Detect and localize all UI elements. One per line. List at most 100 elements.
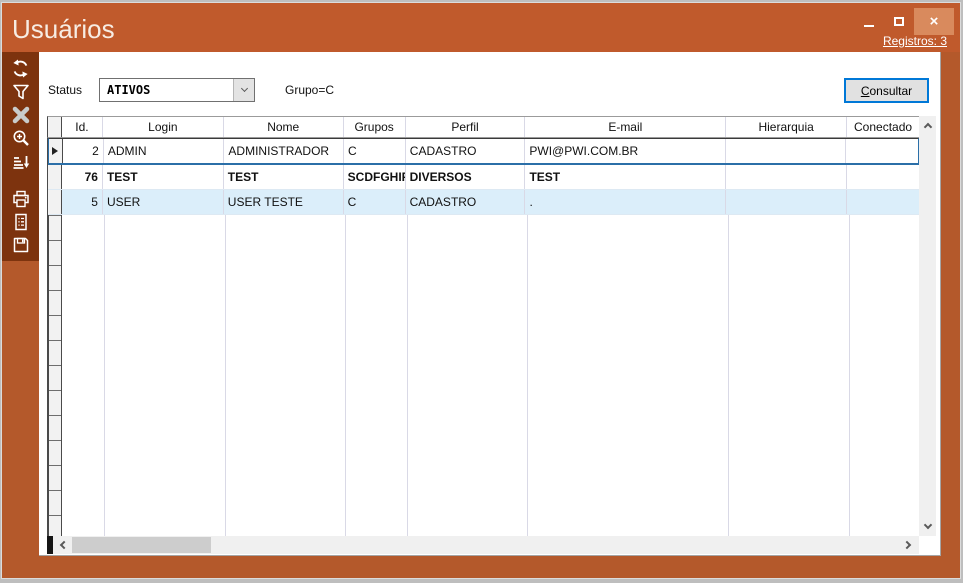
minimize-icon [864, 25, 874, 27]
cell-hierarquia [726, 139, 847, 163]
combobox-dropdown-button[interactable] [233, 79, 254, 101]
cell-conectado [846, 139, 918, 163]
cell-grupos: C [344, 139, 406, 163]
group-filter-label: Grupo=C [285, 83, 334, 97]
cell-perfil: CADASTRO [406, 139, 526, 163]
print-button[interactable] [6, 187, 36, 210]
cell-id: 5 [62, 190, 103, 214]
chevron-down-icon [923, 521, 931, 529]
table-row[interactable]: 5 USER USER TESTE C CADASTRO . [48, 190, 919, 215]
cell-hierarquia [726, 165, 847, 189]
zoom-button[interactable] [6, 126, 36, 149]
grid-column-line [225, 215, 226, 536]
status-selected-value: ATIVOS [100, 83, 233, 97]
grid-column-line [527, 215, 528, 536]
cell-conectado [847, 165, 919, 189]
save-icon [11, 235, 31, 255]
filter-icon [11, 82, 31, 102]
status-combobox[interactable]: ATIVOS [99, 78, 255, 102]
grid-column-line [849, 215, 850, 536]
maximize-button[interactable] [884, 8, 914, 35]
scroll-right-button[interactable] [900, 536, 917, 554]
cell-login: TEST [103, 165, 224, 189]
cell-hierarquia [726, 190, 847, 214]
column-header-login[interactable]: Login [103, 117, 224, 137]
window-title: Usuários [12, 14, 115, 45]
cell-nome: TEST [224, 165, 344, 189]
report-button[interactable] [6, 210, 36, 233]
vertical-scrollbar[interactable] [919, 116, 936, 536]
report-icon [11, 212, 31, 232]
printer-icon [11, 189, 31, 209]
chevron-left-icon [60, 541, 68, 549]
cell-grupos: SCDFGHIP [344, 165, 406, 189]
cell-id: 2 [63, 139, 104, 163]
sidebar [2, 52, 39, 578]
cell-perfil: CADASTRO [406, 190, 526, 214]
save-button[interactable] [6, 233, 36, 256]
scroll-up-button[interactable] [919, 117, 936, 134]
horizontal-scrollbar[interactable] [47, 536, 919, 554]
sort-icon [11, 151, 31, 171]
title-bar: Usuários × Registros: 3 [2, 3, 960, 52]
chevron-right-icon [903, 541, 911, 549]
close-button[interactable]: × [914, 8, 954, 35]
column-header-hierarquia[interactable]: Hierarquia [726, 117, 847, 137]
cell-nome: ADMINISTRADOR [224, 139, 344, 163]
toolbar [2, 52, 39, 261]
row-selector-cell [48, 165, 62, 189]
clear-filter-icon [11, 105, 31, 125]
maximize-icon [894, 17, 904, 26]
table-row[interactable]: 76 TEST TEST SCDFGHIP DIVERSOS TEST [48, 165, 919, 190]
column-header-nome[interactable]: Nome [224, 117, 344, 137]
column-header-email[interactable]: E-mail [525, 117, 726, 137]
scroll-down-button[interactable] [919, 518, 936, 535]
chevron-down-icon [240, 85, 247, 92]
refresh-button[interactable] [6, 57, 36, 80]
content-panel: Status ATIVOS Grupo=C Consultar Id. Logi… [39, 52, 941, 556]
row-selector-cell [48, 190, 62, 214]
chevron-up-icon [923, 123, 931, 131]
column-header-perfil[interactable]: Perfil [406, 117, 526, 137]
cell-email: TEST [525, 165, 726, 189]
column-header-id[interactable]: Id. [62, 117, 103, 137]
selected-row-arrow-icon [52, 147, 58, 155]
horizontal-scroll-thumb[interactable] [72, 537, 211, 553]
splitter-handle[interactable] [47, 536, 53, 554]
sort-button[interactable] [6, 149, 36, 172]
row-selector-header [48, 117, 62, 137]
cell-id: 76 [62, 165, 103, 189]
scroll-left-button[interactable] [54, 536, 71, 554]
app-window: Usuários × Registros: 3 [2, 3, 960, 578]
grid-column-line [728, 215, 729, 536]
grid-empty-area [48, 215, 920, 536]
minimize-button[interactable] [854, 8, 884, 35]
consultar-button[interactable]: Consultar [844, 78, 929, 103]
close-icon: × [930, 13, 939, 30]
cell-conectado [847, 190, 919, 214]
cell-email: . [525, 190, 726, 214]
column-header-grupos[interactable]: Grupos [344, 117, 406, 137]
row-selector-strip [49, 215, 62, 536]
cell-grupos: C [344, 190, 406, 214]
filter-button[interactable] [6, 80, 36, 103]
clear-filter-button[interactable] [6, 103, 36, 126]
zoom-icon [11, 128, 31, 148]
users-grid: Id. Login Nome Grupos Perfil E-mail Hier… [47, 116, 936, 554]
grid-column-line [407, 215, 408, 536]
table-row[interactable]: 2 ADMIN ADMINISTRADOR C CADASTRO PWI@PWI… [48, 138, 919, 165]
grid-header-row: Id. Login Nome Grupos Perfil E-mail Hier… [47, 116, 919, 138]
status-label: Status [48, 83, 82, 97]
cell-perfil: DIVERSOS [406, 165, 526, 189]
cell-login: ADMIN [104, 139, 225, 163]
registros-link[interactable]: Registros: 3 [883, 34, 947, 48]
row-selector-cell [49, 139, 63, 163]
grid-rows: 2 ADMIN ADMINISTRADOR C CADASTRO PWI@PWI… [47, 138, 919, 536]
refresh-icon [10, 58, 31, 79]
grid-column-line [104, 215, 105, 536]
cell-email: PWI@PWI.COM.BR [525, 139, 725, 163]
cell-nome: USER TESTE [224, 190, 344, 214]
column-header-conectado[interactable]: Conectado [847, 117, 919, 137]
window-controls: × [854, 8, 954, 35]
cell-login: USER [103, 190, 224, 214]
